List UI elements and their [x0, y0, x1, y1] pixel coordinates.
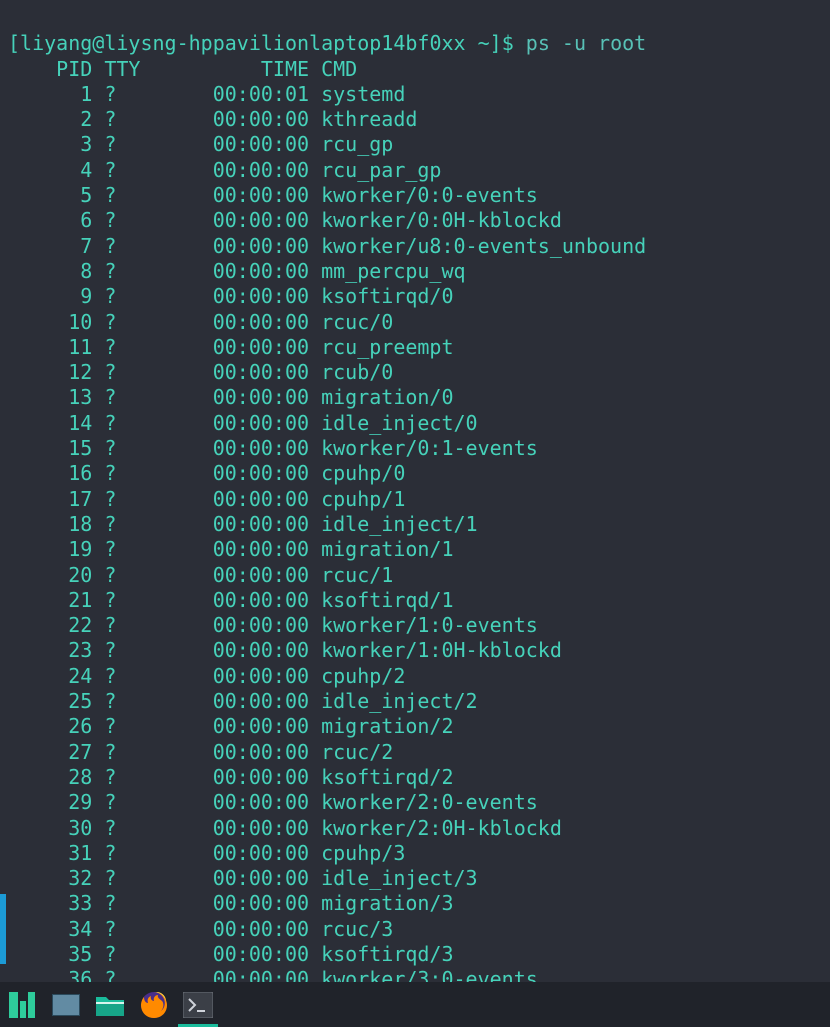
terminal-output[interactable]: [liyang@liysng-hppavilionlaptop14bf0xx ~… — [0, 0, 830, 993]
ps-row: 33 ? 00:00:00 migration/3 — [8, 891, 454, 915]
ps-row: 34 ? 00:00:00 rcuc/3 — [8, 917, 393, 941]
show-desktop-button[interactable] — [46, 985, 86, 1025]
folder-icon — [95, 991, 125, 1019]
taskbar[interactable] — [0, 982, 830, 1027]
ps-row: 31 ? 00:00:00 cpuhp/3 — [8, 841, 405, 865]
ps-row: 22 ? 00:00:00 kworker/1:0-events — [8, 613, 538, 637]
ps-row: 19 ? 00:00:00 migration/1 — [8, 537, 454, 561]
ps-row: 32 ? 00:00:00 idle_inject/3 — [8, 866, 478, 890]
terminal-icon — [183, 992, 213, 1018]
window-active-marker — [0, 894, 6, 964]
ps-row: 13 ? 00:00:00 migration/0 — [8, 385, 454, 409]
ps-row: 9 ? 00:00:00 ksoftirqd/0 — [8, 284, 454, 308]
ps-row: 4 ? 00:00:00 rcu_par_gp — [8, 158, 441, 182]
ps-row: 6 ? 00:00:00 kworker/0:0H-kblockd — [8, 208, 562, 232]
ps-row: 21 ? 00:00:00 ksoftirqd/1 — [8, 588, 454, 612]
ps-row: 7 ? 00:00:00 kworker/u8:0-events_unbound — [8, 234, 646, 258]
ps-row: 28 ? 00:00:00 ksoftirqd/2 — [8, 765, 454, 789]
ps-row: 29 ? 00:00:00 kworker/2:0-events — [8, 790, 538, 814]
ps-row: 10 ? 00:00:00 rcuc/0 — [8, 310, 393, 334]
terminal-button[interactable] — [178, 985, 218, 1025]
ps-row: 14 ? 00:00:00 idle_inject/0 — [8, 411, 478, 435]
ps-row: 8 ? 00:00:00 mm_percpu_wq — [8, 259, 466, 283]
firefox-button[interactable] — [134, 985, 174, 1025]
ps-row: 26 ? 00:00:00 migration/2 — [8, 714, 454, 738]
ps-row: 17 ? 00:00:00 cpuhp/1 — [8, 487, 405, 511]
prompt-close: ]$ — [490, 31, 526, 55]
ps-row: 23 ? 00:00:00 kworker/1:0H-kblockd — [8, 638, 562, 662]
prompt-user-host: liyang@liysng-hppavilionlaptop14bf0xx — [20, 31, 466, 55]
ps-row: 27 ? 00:00:00 rcuc/2 — [8, 740, 393, 764]
prompt-open-bracket: [ — [8, 31, 20, 55]
ps-row: 25 ? 00:00:00 idle_inject/2 — [8, 689, 478, 713]
ps-row: 12 ? 00:00:00 rcub/0 — [8, 360, 393, 384]
ps-row: 3 ? 00:00:00 rcu_gp — [8, 132, 393, 156]
ps-row: 35 ? 00:00:00 ksoftirqd/3 — [8, 942, 454, 966]
ps-row: 5 ? 00:00:00 kworker/0:0-events — [8, 183, 538, 207]
firefox-icon — [139, 990, 169, 1020]
ps-row: 1 ? 00:00:01 systemd — [8, 82, 405, 106]
file-manager-button[interactable] — [90, 985, 130, 1025]
ps-header: PID TTY TIME CMD — [8, 57, 357, 81]
manjaro-logo-icon — [8, 991, 36, 1019]
ps-row: 18 ? 00:00:00 idle_inject/1 — [8, 512, 478, 536]
ps-row: 16 ? 00:00:00 cpuhp/0 — [8, 461, 405, 485]
ps-row: 30 ? 00:00:00 kworker/2:0H-kblockd — [8, 816, 562, 840]
show-desktop-icon — [52, 994, 80, 1016]
start-menu-button[interactable] — [2, 985, 42, 1025]
ps-row: 15 ? 00:00:00 kworker/0:1-events — [8, 436, 538, 460]
ps-row: 24 ? 00:00:00 cpuhp/2 — [8, 664, 405, 688]
command-text: ps -u root — [526, 31, 646, 55]
prompt-path: ~ — [466, 31, 490, 55]
ps-row: 11 ? 00:00:00 rcu_preempt — [8, 335, 454, 359]
ps-rows: 1 ? 00:00:01 systemd 2 ? 00:00:00 kthrea… — [8, 82, 822, 993]
ps-row: 20 ? 00:00:00 rcuc/1 — [8, 563, 393, 587]
ps-row: 2 ? 00:00:00 kthreadd — [8, 107, 417, 131]
